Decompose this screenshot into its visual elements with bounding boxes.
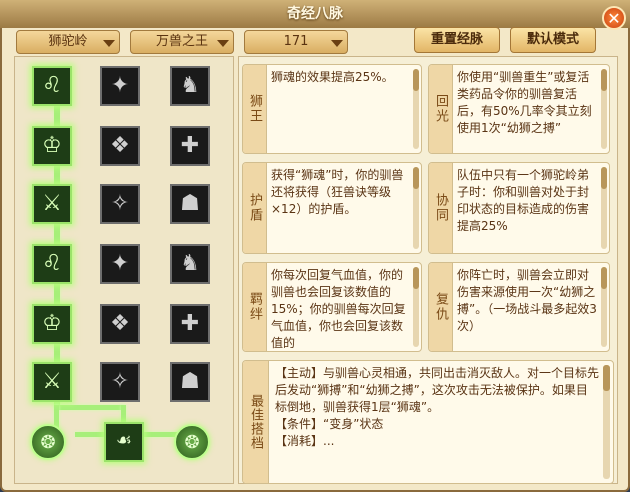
sect-select[interactable]: 狮驼岭 <box>16 30 120 54</box>
skill-description: 队伍中只有一个狮驼岭弟子时：你和驯兽对处于封印状态的目标造成的伤害提高25% <box>457 168 590 233</box>
skill-description: 狮魂的效果提高25%。 <box>271 70 394 84</box>
skill-description: 【主动】与驯兽心灵相通，共同出击消灭敌人。对一个目标先后发动“狮搏”和“幼狮之搏… <box>275 365 599 481</box>
skill-description: 你使用“驯兽重生”或复活类药品令你的驯兽复活后，有50%几率令其立刻使用1次“幼… <box>457 70 592 135</box>
skill-name: 最佳搭档 <box>243 361 269 483</box>
orb-glyph: ❂ <box>184 432 200 453</box>
skill-card-bond[interactable]: 羁绊 你每次回复气血值，你的驯兽也会回复该数值的15%；你的驯兽每次回复气血值，… <box>242 262 422 352</box>
skill-name: 回光 <box>429 65 453 153</box>
skill-card-revenge[interactable]: 复仇 你阵亡时，驯兽会立即对伤害来源使用一次“幼狮之搏”。（一场战斗最多起效3次… <box>428 262 610 352</box>
skill-slot[interactable]: ♔ <box>32 304 72 344</box>
eagle-icon: ✚ <box>180 311 200 336</box>
skill-slot[interactable]: ✚ <box>170 126 210 166</box>
wolf-head-icon: ✧ <box>110 191 130 216</box>
orb-glyph: ❂ <box>40 432 56 453</box>
bone-icon: ❖ <box>110 311 130 336</box>
dragon-icon: ♌ <box>42 251 62 276</box>
skull-plus-icon: ✧ <box>110 369 130 394</box>
skill-slot[interactable]: ☗ <box>170 362 210 402</box>
skill-card-lion-king[interactable]: 狮王 狮魂的效果提高25%。 <box>242 64 422 154</box>
default-mode-button[interactable]: 默认模式 <box>510 27 596 53</box>
skill-name: 狮王 <box>243 65 267 153</box>
scrollbar[interactable] <box>413 167 419 249</box>
skill-card-synergy[interactable]: 协同 队伍中只有一个狮驼岭弟子时：你和驯兽对处于封印状态的目标造成的伤害提高25… <box>428 162 610 254</box>
sect-select-value: 狮驼岭 <box>48 34 88 49</box>
lion-plus-icon: ♔ <box>42 133 62 158</box>
skill-select[interactable]: 万兽之王 <box>130 30 234 54</box>
skill-cost: 【消耗】... <box>275 434 335 448</box>
skill-slot[interactable]: ♞ <box>170 244 210 284</box>
skill-card-revive[interactable]: 回光 你使用“驯兽重生”或复活类药品令你的驯兽复活后，有50%几率令其立刻使用1… <box>428 64 610 154</box>
heart-plus-icon: ☗ <box>180 369 200 394</box>
skill-description: 获得“狮魂”时，你的驯兽还将获得（狂兽诀等级×12）的护盾。 <box>271 168 404 216</box>
chevron-down-icon <box>103 40 115 47</box>
skill-slot[interactable]: ✦ <box>100 66 140 106</box>
fist-sword-icon: ✦ <box>110 251 130 276</box>
skill-slot[interactable]: ☗ <box>170 184 210 224</box>
right-orb-icon[interactable]: ❂ <box>174 424 210 460</box>
close-button[interactable]: ✕ <box>602 6 626 30</box>
skill-description: 你每次回复气血值，你的驯兽也会回复该数值的15%；你的驯兽每次回复气血值，你也会… <box>271 268 406 349</box>
skill-slot[interactable]: ❖ <box>100 126 140 166</box>
level-select-value: 171 <box>283 34 309 49</box>
skill-name: 复仇 <box>429 263 453 351</box>
skill-name: 护盾 <box>243 163 267 253</box>
beast-burst-icon: ❖ <box>110 133 130 158</box>
skill-slot[interactable]: ✧ <box>100 362 140 402</box>
scrollbar[interactable] <box>603 365 610 479</box>
armor-icon: ⚔ <box>42 191 62 216</box>
skill-card-shield[interactable]: 护盾 获得“狮魂”时，你的驯兽还将获得（狂兽诀等级×12）的护盾。 <box>242 162 422 254</box>
close-icon: ✕ <box>607 9 621 28</box>
runner-icon: ⚔ <box>42 369 62 394</box>
skill-slot[interactable]: ♞ <box>170 66 210 106</box>
scrollbar[interactable] <box>601 167 607 249</box>
skill-name: 协同 <box>429 163 453 253</box>
skill-slot[interactable]: ✚ <box>170 304 210 344</box>
chevron-down-icon <box>217 40 229 47</box>
beast-mask-icon: ♞ <box>180 251 200 276</box>
claw-icon[interactable]: ☙ <box>104 422 144 462</box>
reset-meridian-button[interactable]: 重置经脉 <box>414 27 500 53</box>
skill-select-value: 万兽之王 <box>155 34 208 49</box>
skill-slot[interactable]: ❖ <box>100 304 140 344</box>
scrollbar[interactable] <box>601 69 607 149</box>
shield-beast-icon: ✚ <box>180 133 200 158</box>
lion-head-icon: ♌ <box>42 73 62 98</box>
lion-roar-icon: ♞ <box>180 73 200 98</box>
window-title: 奇经八脉 <box>287 6 343 22</box>
skill-slot[interactable]: ✦ <box>100 244 140 284</box>
skill-description: 你阵亡时，驯兽会立即对伤害来源使用一次“幼狮之搏”。（一场战斗最多起效3次） <box>457 268 597 333</box>
left-orb-icon[interactable]: ❂ <box>30 424 66 460</box>
best-partner-card[interactable]: 最佳搭档 【主动】与驯兽心灵相通，共同出击消灭敌人。对一个目标先后发动“狮搏”和… <box>242 360 614 484</box>
skill-slot[interactable]: ⚔ <box>32 362 72 402</box>
scrollbar[interactable] <box>413 267 419 347</box>
skill-name: 羁绊 <box>243 263 267 351</box>
skill-condition: 【条件】“变身”状态 <box>275 417 384 431</box>
chevron-down-icon <box>331 40 343 47</box>
level-select[interactable]: 171 <box>244 30 348 54</box>
scrollbar[interactable] <box>601 267 607 347</box>
scrollbar[interactable] <box>413 69 419 149</box>
skill-slot[interactable]: ♌ <box>32 66 72 106</box>
skill-slot[interactable]: ⚔ <box>32 184 72 224</box>
orb-glyph: ☙ <box>115 430 133 451</box>
running-beast-icon: ☗ <box>180 191 200 216</box>
lion-face-icon: ✦ <box>110 73 130 98</box>
skill-slot[interactable]: ♌ <box>32 244 72 284</box>
skill-effect: 【主动】与驯兽心灵相通，共同出击消灭敌人。对一个目标先后发动“狮搏”和“幼狮之搏… <box>275 366 599 414</box>
skill-slot[interactable]: ✧ <box>100 184 140 224</box>
rabbit-icon: ♔ <box>42 311 62 336</box>
skill-slot[interactable]: ♔ <box>32 126 72 166</box>
tree-connector <box>54 405 124 410</box>
